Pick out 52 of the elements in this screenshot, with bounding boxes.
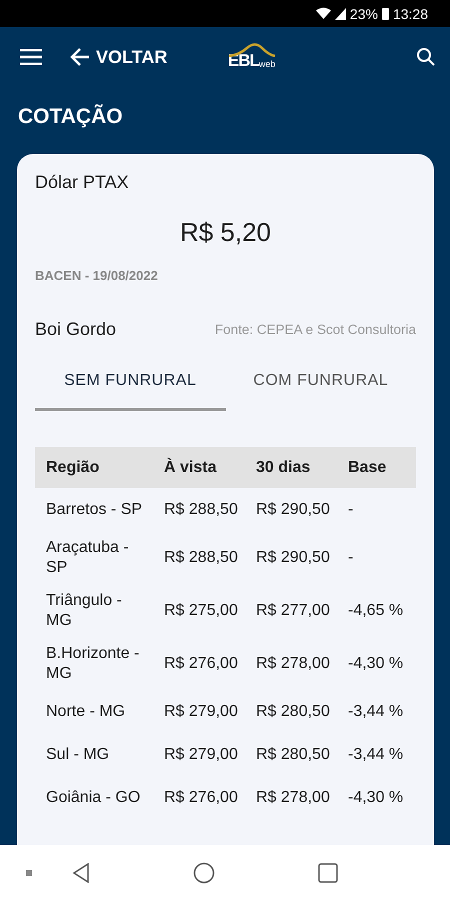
tab[interactable]: COM FUNRURAL <box>226 360 416 411</box>
clock: 13:28 <box>392 6 428 22</box>
dollar-value: R$ 5,20 <box>178 217 272 248</box>
table-cell-text: Sul - MG <box>46 745 110 765</box>
table-cell-text: R$ 280,50 <box>256 702 331 722</box>
table-cell-text: R$ 288,50 <box>164 548 239 568</box>
table-cell-text: R$ 279,00 <box>164 745 239 765</box>
table-cell-text: R$ 288,50 <box>164 500 239 520</box>
column-header: Base <box>348 458 388 476</box>
column-header: 30 dias <box>256 458 312 476</box>
table-cell-text: R$ 277,00 <box>256 601 331 621</box>
table-cell-text: R$ 278,00 <box>256 654 331 674</box>
table-cell-text: R$ 280,50 <box>256 745 331 765</box>
battery-percent: 23% <box>350 6 378 22</box>
table-cell-text: R$ 279,00 <box>164 702 239 722</box>
table-cell-text: R$ 276,00 <box>164 788 239 808</box>
cattle-source: Fonte: CEPEA e Scot Consultoria <box>214 322 416 337</box>
signal-icon <box>334 8 346 20</box>
home-nav-button[interactable] <box>192 862 215 884</box>
table-cell-text: Triângulo - MG <box>46 591 123 631</box>
table-cell-text: Norte - MG <box>46 702 126 722</box>
table-cell-text: Barretos - SP <box>46 500 144 520</box>
back-nav-button[interactable] <box>72 862 90 882</box>
dollar-source: BACEN - 19/08/2022 <box>35 268 159 283</box>
table-cell-text: R$ 275,00 <box>164 601 239 621</box>
table-cell-text: - <box>348 548 354 568</box>
tab[interactable]: SEM FUNRURAL <box>35 360 226 411</box>
table-cell-text: Araçatuba - SP <box>46 538 130 578</box>
cattle-title: Boi Gordo <box>35 319 116 340</box>
page-title: COTAÇÃO <box>17 103 124 130</box>
table-cell-text: -3,44 % <box>348 745 404 765</box>
table-cell-text: Goiânia - GO <box>46 788 142 808</box>
back-button[interactable]: VOLTAR <box>70 46 168 68</box>
column-header: À vista <box>164 458 218 476</box>
table-cell-text: -4,30 % <box>348 654 404 674</box>
arrow-left-icon <box>70 48 90 66</box>
column-header: Região <box>46 458 100 476</box>
search-button[interactable] <box>416 47 436 67</box>
table-cell-text: R$ 290,50 <box>256 548 331 568</box>
wifi-icon <box>316 7 331 20</box>
table-cell-text: B.Horizonte - MG <box>46 644 140 684</box>
menu-button[interactable] <box>20 49 42 65</box>
battery-icon <box>382 7 389 20</box>
table-cell-text: R$ 276,00 <box>164 654 239 674</box>
recents-nav-button[interactable] <box>318 862 338 882</box>
table-cell-text: -4,65 % <box>348 601 404 621</box>
table-cell-text: - <box>348 500 354 520</box>
table-cell-text: -4,30 % <box>348 788 404 808</box>
dollar-title: Dólar PTAX <box>35 172 130 193</box>
table-cell-text: -3,44 % <box>348 702 404 722</box>
table-cell-text: R$ 290,50 <box>256 500 331 520</box>
table-cell-text: R$ 278,00 <box>256 788 331 808</box>
